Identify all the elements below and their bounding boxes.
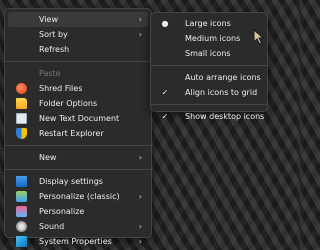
menu-item-shred-files[interactable]: Shred Files bbox=[8, 81, 148, 96]
chevron-right-icon: › bbox=[138, 192, 142, 201]
menu-item-label: Display settings bbox=[39, 177, 103, 186]
chevron-right-icon: › bbox=[138, 222, 142, 231]
display-icon bbox=[16, 176, 27, 187]
menu-separator bbox=[151, 65, 267, 66]
menu-item-paste: Paste bbox=[8, 66, 148, 81]
submenu-item-auto-arrange[interactable]: Auto arrange icons bbox=[154, 70, 264, 85]
radio-dot-icon: ● bbox=[161, 19, 169, 28]
menu-item-label: Paste bbox=[39, 69, 61, 78]
menu-item-label: Shred Files bbox=[39, 84, 83, 93]
menu-item-label: Large icons bbox=[185, 19, 231, 28]
checkmark-icon: ✓ bbox=[161, 112, 169, 121]
menu-item-label: Restart Explorer bbox=[39, 129, 104, 138]
menu-item-sound[interactable]: Sound › bbox=[8, 219, 148, 234]
menu-item-restart-explorer[interactable]: Restart Explorer bbox=[8, 126, 148, 141]
desktop-context-menu: View › Sort by › Refresh Paste Shred Fil… bbox=[4, 8, 152, 247]
menu-item-label: Folder Options bbox=[39, 99, 98, 108]
chevron-right-icon: › bbox=[138, 237, 142, 246]
mouse-pointer-icon bbox=[253, 29, 265, 45]
menu-item-view[interactable]: View › bbox=[8, 12, 148, 27]
menu-item-refresh[interactable]: Refresh bbox=[8, 42, 148, 57]
speaker-icon bbox=[16, 221, 27, 232]
shred-icon bbox=[16, 83, 27, 94]
menu-separator bbox=[151, 104, 267, 105]
menu-item-label: Align icons to grid bbox=[185, 88, 258, 97]
chevron-right-icon: › bbox=[138, 15, 142, 24]
menu-item-label: Show desktop icons bbox=[185, 112, 265, 121]
text-document-icon bbox=[16, 113, 27, 124]
submenu-item-small-icons[interactable]: Small icons bbox=[154, 46, 264, 61]
menu-item-label: Sort by bbox=[39, 30, 68, 39]
menu-item-system-properties[interactable]: System Properties › bbox=[8, 234, 148, 249]
menu-item-label: Refresh bbox=[39, 45, 70, 54]
menu-item-personalize[interactable]: Personalize bbox=[8, 204, 148, 219]
menu-item-new[interactable]: New › bbox=[8, 150, 148, 165]
menu-item-label: New Text Document bbox=[39, 114, 120, 123]
submenu-item-large-icons[interactable]: ● Large icons bbox=[154, 16, 264, 31]
shield-icon bbox=[16, 128, 27, 139]
menu-item-label: View bbox=[39, 15, 58, 24]
chevron-right-icon: › bbox=[138, 153, 142, 162]
system-icon bbox=[16, 236, 27, 247]
chevron-right-icon: › bbox=[138, 30, 142, 39]
menu-item-folder-options[interactable]: Folder Options bbox=[8, 96, 148, 111]
submenu-item-medium-icons[interactable]: Medium icons bbox=[154, 31, 264, 46]
personalize-icon bbox=[16, 206, 27, 217]
menu-item-label: Medium icons bbox=[185, 34, 241, 43]
menu-separator bbox=[5, 169, 151, 170]
menu-item-label: Small icons bbox=[185, 49, 231, 58]
menu-separator bbox=[5, 61, 151, 62]
menu-item-sort-by[interactable]: Sort by › bbox=[8, 27, 148, 42]
personalize-icon bbox=[16, 191, 27, 202]
menu-item-label: Personalize bbox=[39, 207, 85, 216]
submenu-item-align-to-grid[interactable]: ✓ Align icons to grid bbox=[154, 85, 264, 100]
menu-item-label: New bbox=[39, 153, 57, 162]
menu-item-new-text-document[interactable]: New Text Document bbox=[8, 111, 148, 126]
view-submenu: ● Large icons Medium icons Small icons A… bbox=[150, 12, 268, 121]
menu-item-label: System Properties bbox=[39, 237, 112, 246]
menu-item-label: Auto arrange icons bbox=[185, 73, 261, 82]
folder-icon bbox=[16, 98, 27, 109]
submenu-item-show-desktop-icons[interactable]: ✓ Show desktop icons bbox=[154, 109, 265, 124]
checkmark-icon: ✓ bbox=[161, 88, 169, 97]
menu-item-display-settings[interactable]: Display settings bbox=[8, 174, 148, 189]
menu-item-personalize-classic[interactable]: Personalize (classic) › bbox=[8, 189, 148, 204]
menu-item-label: Sound bbox=[39, 222, 65, 231]
menu-item-label: Personalize (classic) bbox=[39, 192, 120, 201]
menu-separator bbox=[5, 145, 151, 146]
